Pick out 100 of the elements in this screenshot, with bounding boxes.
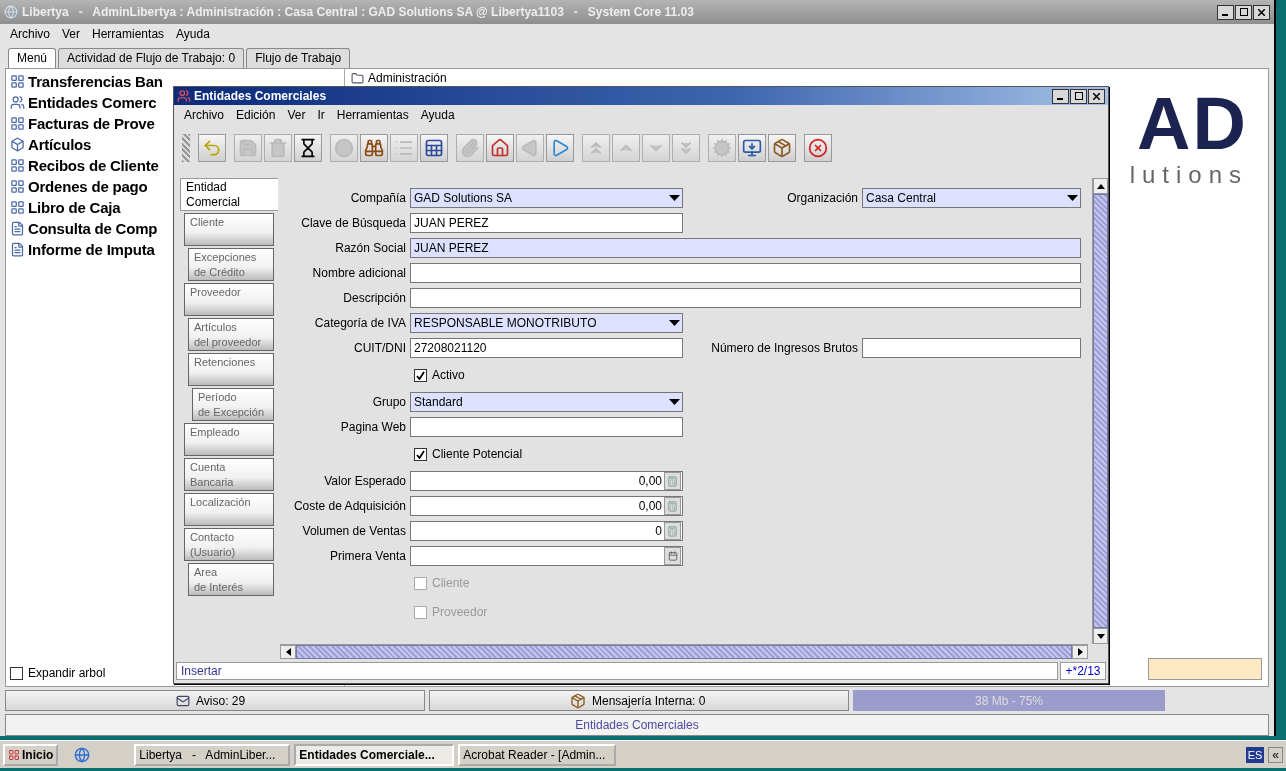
- menu-item[interactable]: Ver: [62, 27, 81, 41]
- tab[interactable]: Actividad de Flujo de Trabajo: 0: [58, 48, 245, 68]
- menu-entry[interactable]: Entidades Comerc: [28, 94, 157, 111]
- close-button[interactable]: [1088, 88, 1105, 104]
- text-field[interactable]: JUAN PEREZ: [410, 213, 683, 233]
- start-button[interactable]: Inicio: [3, 743, 59, 766]
- menu-entry[interactable]: Recibos de Cliente: [28, 157, 159, 174]
- text-field[interactable]: [410, 263, 1081, 283]
- menu-entry[interactable]: Libro de Caja: [28, 199, 121, 216]
- menu-item[interactable]: Archivo: [184, 108, 224, 122]
- menu-entry[interactable]: Facturas de Prove: [28, 115, 155, 132]
- gear-icon: [712, 138, 732, 158]
- field-label: Categoría de IVA: [313, 316, 406, 330]
- calendar-icon[interactable]: [664, 547, 681, 565]
- undo-icon: [202, 138, 222, 158]
- menu-entry-icon: [10, 74, 25, 89]
- folder-icon: [351, 71, 364, 85]
- checkbox-label: Cliente Potencial: [432, 447, 523, 461]
- tab[interactable]: Flujo de Trabajo: [246, 48, 351, 68]
- down-arrow-icon: [1096, 633, 1105, 639]
- toolbar-button[interactable]: [294, 134, 322, 162]
- expand-button[interactable]: «: [1268, 746, 1283, 763]
- side-tab[interactable]: Entidad Comercial: [180, 178, 278, 211]
- side-tab[interactable]: Proveedor: [184, 283, 274, 316]
- menu-item[interactable]: Herramientas: [336, 108, 409, 122]
- trash-icon: [268, 138, 288, 158]
- checkbox[interactable]: [414, 447, 427, 461]
- menu-item[interactable]: Edición: [236, 108, 276, 122]
- menu-entry[interactable]: Artículos: [28, 136, 92, 153]
- side-tab[interactable]: Cliente: [184, 213, 274, 246]
- text-field[interactable]: JUAN PEREZ: [410, 238, 1081, 258]
- side-tab[interactable]: Localización: [184, 493, 274, 526]
- field-label: Grupo: [371, 395, 406, 409]
- side-tab[interactable]: Artículos del proveedor: [188, 318, 274, 351]
- number-field[interactable]: 0: [410, 521, 683, 541]
- checkbox-label: Activo: [432, 368, 465, 382]
- calculator-icon[interactable]: [664, 522, 681, 540]
- menu-entry[interactable]: Ordenes de pago: [28, 178, 148, 195]
- side-tab[interactable]: Excepciones de Crédito: [188, 248, 274, 281]
- field-label: Coste de Adquisición: [292, 499, 406, 513]
- field-label: CUIT/DNI: [353, 341, 406, 355]
- taskbar-button[interactable]: Entidades Comerciale...: [294, 743, 455, 766]
- side-tab[interactable]: Período de Excepción: [192, 388, 274, 421]
- date-field[interactable]: [410, 546, 683, 566]
- menu-item[interactable]: Herramientas: [92, 27, 165, 41]
- message-panel[interactable]: Mensajería Interna: 0: [429, 690, 849, 711]
- menu-item[interactable]: Archivo: [10, 27, 50, 41]
- language-indicator[interactable]: ES: [1245, 746, 1265, 763]
- dropdown-field[interactable]: Standard: [410, 392, 683, 412]
- close-button[interactable]: [1253, 4, 1270, 20]
- field-label: Compañía: [349, 191, 406, 205]
- toolbar-button[interactable]: [360, 134, 388, 162]
- text-field[interactable]: 27208021120: [410, 338, 683, 358]
- tab[interactable]: Menú: [8, 48, 57, 68]
- number-field[interactable]: 0,00: [410, 471, 683, 491]
- calculator-icon[interactable]: [664, 497, 681, 515]
- up-arrow-icon: [1096, 183, 1105, 189]
- side-tab[interactable]: Area de Interés: [188, 563, 274, 596]
- text-field[interactable]: [862, 338, 1081, 358]
- dropdown-field[interactable]: RESPONSABLE MONOTRIBUTO: [410, 313, 683, 333]
- menu-entry[interactable]: Consulta de Comp: [28, 220, 158, 237]
- maximize-button[interactable]: [1070, 88, 1087, 104]
- number-field[interactable]: 0,00: [410, 496, 683, 516]
- notice-panel[interactable]: Aviso: 29: [5, 690, 425, 711]
- side-tab[interactable]: Contacto (Usuario): [184, 528, 274, 561]
- side-tab[interactable]: Empleado: [184, 423, 274, 456]
- close-icon: [808, 138, 828, 158]
- calculator-icon[interactable]: [664, 472, 681, 490]
- maximize-button[interactable]: [1235, 4, 1252, 20]
- menu-item[interactable]: Ayuda: [420, 108, 455, 122]
- minimize-button[interactable]: [1217, 4, 1234, 20]
- taskbar-button[interactable]: Acrobat Reader - [Admin...: [458, 743, 617, 766]
- vertical-scrollbar[interactable]: [1092, 178, 1108, 644]
- toolbar-button[interactable]: [738, 134, 766, 162]
- toolbar-grip[interactable]: [182, 134, 190, 162]
- dropdown-arrow-icon: [1066, 195, 1078, 201]
- text-field[interactable]: [410, 288, 1081, 308]
- menu-entry[interactable]: Transferencias Ban: [28, 73, 163, 90]
- horizontal-scrollbar[interactable]: [280, 644, 1088, 659]
- minimize-button[interactable]: [1052, 88, 1069, 104]
- checkbox[interactable]: [414, 368, 427, 382]
- tree-item[interactable]: Administración: [368, 71, 447, 85]
- toolbar-button[interactable]: [420, 134, 448, 162]
- taskbar-button[interactable]: Libertya - AdminLiber...: [134, 743, 291, 766]
- text-field[interactable]: [410, 417, 683, 437]
- dropdown-field[interactable]: Casa Central: [862, 188, 1081, 208]
- menu-item[interactable]: Ver: [287, 108, 306, 122]
- menu-item[interactable]: Ir: [317, 108, 325, 122]
- maximize-icon: [1074, 92, 1083, 100]
- logo-text: AD: [1137, 87, 1248, 161]
- checkbox[interactable]: [10, 666, 23, 680]
- menu-item[interactable]: Ayuda: [176, 27, 210, 41]
- browser-icon[interactable]: [74, 746, 91, 763]
- dropdown-field[interactable]: GAD Solutions SA: [410, 188, 683, 208]
- menu-entry-icon: [10, 179, 25, 194]
- menu-entry[interactable]: Informe de Imputa: [28, 241, 155, 258]
- field-label: Organización: [786, 191, 858, 205]
- side-tab[interactable]: Cuenta Bancaria: [184, 458, 274, 491]
- package-icon: [772, 138, 792, 158]
- side-tab[interactable]: Retenciones: [188, 353, 274, 386]
